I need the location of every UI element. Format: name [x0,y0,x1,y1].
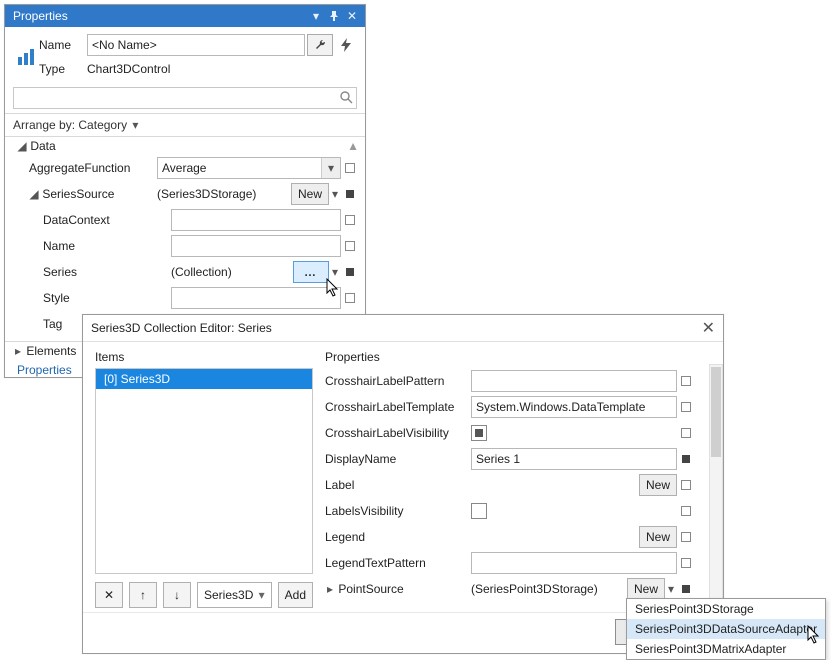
pin-icon[interactable] [325,7,343,25]
label-new-button[interactable]: New [639,474,677,496]
type-label: Type [39,62,87,76]
crosshair-template-combo[interactable]: System.Windows.DataTemplate [471,396,677,418]
items-heading: Items [95,350,313,364]
tab-properties[interactable]: Properties [11,360,78,379]
close-icon[interactable]: ✕ [343,7,361,25]
reset-marker[interactable] [346,190,354,198]
reset-marker[interactable] [345,215,355,225]
list-item[interactable]: [0] Series3D [96,369,312,389]
reset-marker[interactable] [346,268,354,276]
reset-marker[interactable] [681,428,691,438]
prop-label-aggregate: AggregateFunction [11,161,157,175]
properties-heading: Properties [325,350,380,364]
reset-marker[interactable] [681,506,691,516]
legend-text-pattern-input[interactable] [471,552,677,574]
properties-titlebar: Properties ▾ ✕ [5,5,365,27]
prop-label-seriessource: ◢ SeriesSource [11,187,157,201]
expander-icon: ◢ [17,139,27,153]
reset-marker[interactable] [681,532,691,542]
chevron-down-icon: ▾ [259,588,265,602]
style-input[interactable] [171,287,341,309]
series-type-combo[interactable]: Series3D ▾ [197,582,272,608]
search-icon [339,90,353,104]
series-value: (Collection) [171,265,293,279]
expander-icon[interactable]: ◢ [29,187,39,201]
chevron-down-icon[interactable]: ▾ [307,7,325,25]
reset-marker[interactable] [681,376,691,386]
move-up-button[interactable]: ↑ [129,582,157,608]
prop-label: CrosshairLabelVisibility [325,426,471,440]
chevron-down-icon[interactable]: ▾ [665,582,677,596]
prop-label: LabelsVisibility [325,504,471,518]
prop-label: Legend [325,530,471,544]
chart3d-icon [13,44,39,70]
reset-marker[interactable] [682,455,690,463]
pointsource-type-menu: SeriesPoint3DStorage SeriesPoint3DDataSo… [626,598,826,660]
chevron-down-icon: ▾ [130,118,140,132]
prop-label: LegendTextPattern [325,556,471,570]
chevron-down-icon: ▾ [321,158,340,178]
reset-marker[interactable] [681,558,691,568]
datacontext-input[interactable] [171,209,341,231]
crosshair-visibility-check[interactable] [471,425,487,441]
reset-marker[interactable] [682,585,690,593]
expander-icon: ▸ [13,344,23,358]
close-icon[interactable]: ✕ [702,318,715,338]
legend-new-button[interactable]: New [639,526,677,548]
chevron-down-icon[interactable]: ▾ [329,265,341,279]
prop-label: Label [325,478,471,492]
prop-label: CrosshairLabelTemplate [325,400,471,414]
wrench-icon[interactable] [307,34,333,56]
pointsource-new-button[interactable]: New [627,578,665,600]
inner-name-input[interactable] [171,235,341,257]
dialog-title: Series3D Collection Editor: Series [91,321,272,335]
crosshair-pattern-input[interactable] [471,370,677,392]
reset-marker[interactable] [345,163,355,173]
menu-item[interactable]: SeriesPoint3DDataSourceAdapter [627,619,825,639]
add-item-button[interactable]: Add [278,582,313,608]
delete-item-button[interactable]: ✕ [95,582,123,608]
labels-visibility-check[interactable] [471,503,487,519]
move-down-button[interactable]: ↓ [163,582,191,608]
display-name-input[interactable] [471,448,677,470]
reset-marker[interactable] [345,293,355,303]
aggregate-function-combo[interactable]: Average ▾ [157,157,341,179]
series-ellipsis-button[interactable]: … [293,261,329,283]
reset-marker[interactable] [345,241,355,251]
reset-marker[interactable] [681,402,691,412]
prop-label: CrosshairLabelPattern [325,374,471,388]
lightning-icon[interactable] [335,34,357,56]
seriessource-new-button[interactable]: New [291,183,329,205]
prop-label-style: Style [11,291,171,305]
menu-item[interactable]: SeriesPoint3DMatrixAdapter [627,639,825,659]
scrollbar[interactable] [709,364,723,606]
group-data[interactable]: ◢ Data ▲ [11,137,359,155]
items-listbox[interactable]: [0] Series3D [95,368,313,574]
search-input[interactable] [13,87,357,109]
menu-item[interactable]: SeriesPoint3DStorage [627,599,825,619]
pointsource-value: (SeriesPoint3DStorage) [471,582,627,596]
prop-label-datacontext: DataContext [11,213,171,227]
prop-label-series: Series [11,265,171,279]
chevron-down-icon[interactable]: ▾ [329,187,341,201]
name-input[interactable] [87,34,305,56]
prop-label: ▸ PointSource [325,582,471,596]
expander-icon[interactable]: ▸ [325,582,335,596]
type-value: Chart3DControl [87,62,170,76]
properties-title: Properties [13,9,68,23]
scroll-up-icon[interactable]: ▲ [347,139,359,153]
reset-marker[interactable] [681,480,691,490]
arrange-by-dropdown[interactable]: Arrange by: Category ▾ [5,114,365,136]
prop-label-name: Name [11,239,171,253]
name-label: Name [39,38,87,52]
seriessource-value: (Series3DStorage) [157,187,291,201]
prop-label: DisplayName [325,452,471,466]
